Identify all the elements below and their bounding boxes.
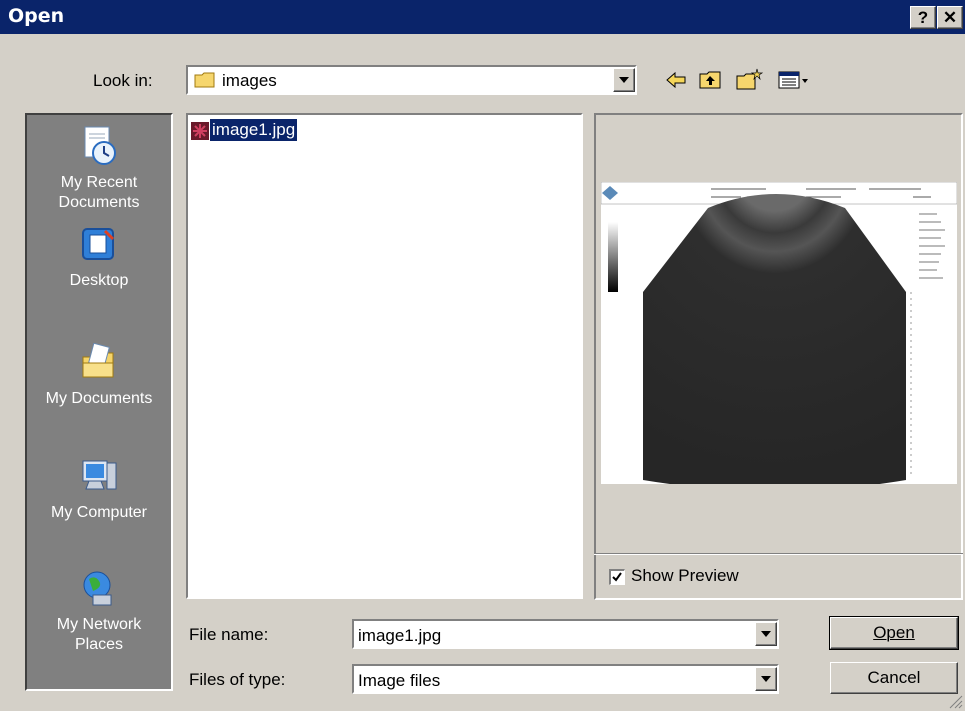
window-title: Open — [8, 5, 65, 27]
place-my-documents[interactable]: My Documents — [27, 343, 171, 409]
open-button[interactable]: Open — [829, 616, 959, 650]
cancel-button-label: Cancel — [867, 668, 921, 687]
file-name-value: image1.jpg — [358, 626, 442, 645]
resize-grip-icon[interactable] — [947, 693, 963, 709]
places-bar: My Recent Documents Desktop My Documents… — [25, 113, 173, 691]
file-list[interactable]: image1.jpg — [186, 113, 583, 599]
close-button[interactable]: ✕ — [937, 6, 963, 29]
place-label-my-documents: My Documents — [45, 390, 153, 407]
back-arrow-icon[interactable] — [665, 68, 687, 92]
place-label-network-2: Places — [74, 636, 124, 653]
show-preview-label[interactable]: Show Preview — [631, 566, 739, 586]
checkmark-icon — [612, 572, 622, 582]
file-type-combo[interactable]: Image files — [352, 664, 779, 694]
recent-documents-icon — [84, 126, 116, 165]
place-label-my-computer: My Computer — [50, 504, 148, 521]
place-recent-documents[interactable]: My Recent Documents — [27, 125, 171, 213]
file-name-dropdown-button[interactable] — [755, 622, 777, 646]
file-name-label-text: File name: — [189, 625, 269, 644]
place-my-computer[interactable]: My Computer — [27, 457, 171, 523]
network-places-icon — [83, 571, 112, 606]
place-label-recent-1: My Recent — [60, 174, 138, 191]
my-documents-icon — [82, 343, 114, 378]
open-button-label: Open — [873, 623, 915, 642]
desktop-icon — [82, 228, 115, 260]
file-name-label: image1.jpg — [208, 118, 299, 142]
new-folder-icon[interactable] — [735, 68, 763, 92]
look-in-dropdown-button[interactable] — [613, 68, 635, 92]
place-label-desktop: Desktop — [69, 272, 129, 289]
image-file-icon — [191, 122, 209, 140]
file-type-dropdown-button[interactable] — [755, 667, 777, 691]
look-in-combo[interactable]: images — [186, 65, 637, 95]
place-network[interactable]: My Network Places — [27, 569, 171, 655]
my-computer-icon — [82, 460, 117, 490]
place-label-recent-2: Documents — [58, 194, 140, 211]
preview-pane: Show Preview — [594, 113, 963, 600]
look-in-label: Look in: — [93, 71, 153, 90]
preview-image — [601, 182, 957, 484]
look-in-value: images — [222, 71, 277, 90]
up-folder-icon[interactable] — [698, 68, 722, 92]
help-button[interactable]: ? — [910, 6, 936, 29]
place-desktop[interactable]: Desktop — [27, 225, 171, 291]
title-bar[interactable] — [0, 0, 965, 34]
folder-icon — [194, 72, 215, 88]
place-label-network-1: My Network — [56, 616, 142, 633]
file-type-label-text: Files of type: — [189, 670, 286, 689]
file-name-combo[interactable]: image1.jpg — [352, 619, 779, 649]
show-preview-checkbox[interactable] — [609, 569, 625, 585]
view-menu-icon[interactable] — [777, 68, 811, 92]
cancel-button[interactable]: Cancel — [830, 662, 958, 694]
file-type-value: Image files — [358, 671, 441, 690]
